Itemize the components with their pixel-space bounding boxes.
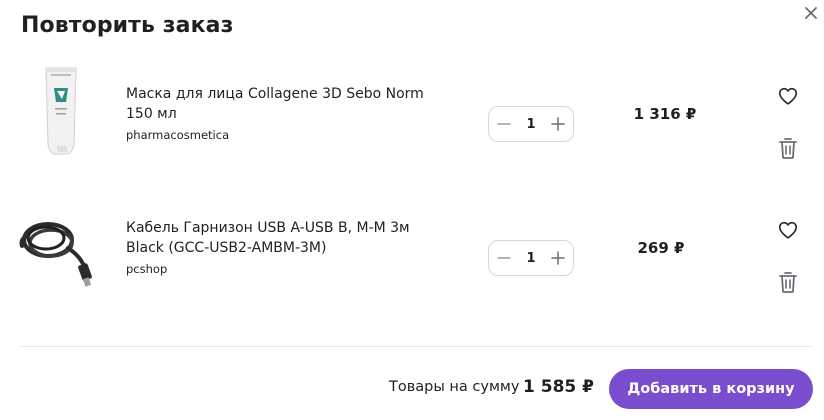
increase-button[interactable] [549, 249, 567, 267]
delete-button[interactable] [778, 270, 798, 294]
favorite-button[interactable] [777, 85, 799, 107]
seller-name[interactable]: pharmacosmetica [126, 128, 229, 142]
favorite-button[interactable] [777, 219, 799, 241]
close-button[interactable] [801, 3, 821, 23]
cart-item: Маска для лица Collagene 3D Sebo Norm 15… [0, 64, 824, 184]
quantity-stepper: 1 [488, 240, 574, 276]
product-image-usb-cable[interactable] [18, 206, 102, 302]
modal-title: Повторить заказ [21, 13, 234, 38]
heart-icon [778, 221, 798, 239]
product-name[interactable]: Маска для лица Collagene 3D Sebo Norm 15… [126, 84, 426, 124]
add-to-cart-button[interactable]: Добавить в корзину [609, 369, 813, 409]
divider [19, 346, 813, 347]
item-price: 269 ₽ [637, 239, 685, 257]
trash-icon [779, 138, 797, 159]
quantity-value: 1 [526, 250, 536, 266]
quantity-stepper: 1 [488, 106, 574, 142]
repeat-order-modal: Повторить заказ Маска для лица Collagene… [0, 0, 824, 420]
decrease-button[interactable] [495, 115, 513, 133]
cart-item: Кабель Гарнизон USB A-USB B, M-M 3м Blac… [0, 198, 824, 318]
minus-icon [497, 123, 511, 125]
decrease-button[interactable] [495, 249, 513, 267]
close-icon [805, 7, 817, 19]
heart-icon [778, 87, 798, 105]
product-name[interactable]: Кабель Гарнизон USB A-USB B, M-M 3м Blac… [126, 218, 426, 258]
minus-icon [497, 257, 511, 259]
delete-button[interactable] [778, 136, 798, 160]
trash-icon [779, 272, 797, 293]
seller-name[interactable]: pcshop [126, 262, 167, 276]
plus-icon [551, 117, 565, 131]
quantity-value: 1 [526, 116, 536, 132]
plus-icon [551, 251, 565, 265]
increase-button[interactable] [549, 115, 567, 133]
total-label: Товары на сумму [389, 379, 520, 395]
item-price: 1 316 ₽ [633, 105, 697, 123]
total-value: 1 585 ₽ [523, 377, 594, 397]
product-image-face-mask[interactable] [18, 64, 102, 160]
